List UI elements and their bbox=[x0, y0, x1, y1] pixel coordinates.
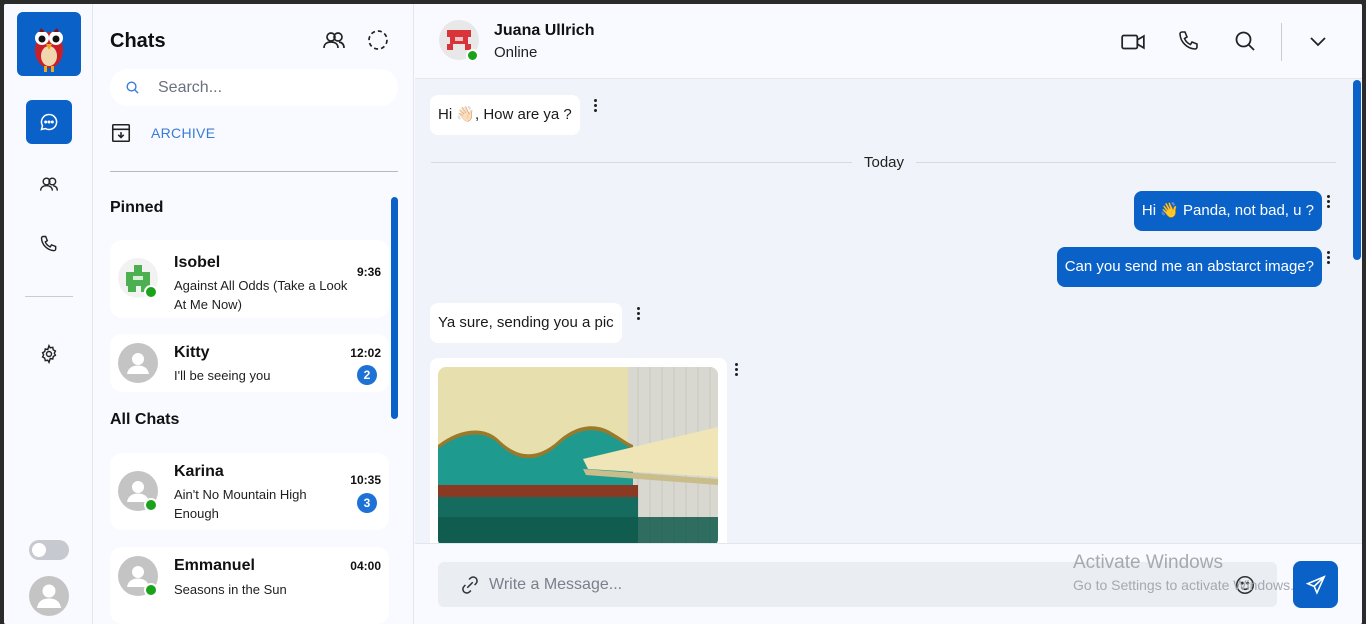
message-incoming: Hi 👋🏻, How are ya ? bbox=[430, 95, 580, 135]
app-window: Chats ARCHIVE Pinned bbox=[4, 4, 1362, 624]
contact-name: Juana Ullrich bbox=[494, 22, 595, 39]
chevron-down-icon bbox=[1310, 37, 1326, 47]
toggle-knob bbox=[32, 543, 46, 557]
conversation-panel: Juana Ullrich Online Hi 👋🏻, How are ya ?… bbox=[415, 4, 1362, 624]
windows-activation-watermark: Activate Windows Go to Settings to activ… bbox=[1073, 552, 1294, 593]
video-camera-icon bbox=[1121, 34, 1145, 50]
chat-time: 9:36 bbox=[356, 265, 381, 279]
app-logo[interactable] bbox=[17, 12, 81, 76]
avatar bbox=[118, 343, 158, 383]
chat-item-emmanuel[interactable]: Emmanuel Seasons in the Sun 04:00 bbox=[110, 547, 389, 624]
phone-icon bbox=[40, 235, 57, 252]
search-icon bbox=[1235, 31, 1255, 51]
header-separator bbox=[1281, 23, 1282, 61]
chats-nav-button[interactable] bbox=[26, 100, 72, 144]
nav-rail bbox=[4, 4, 93, 624]
online-indicator bbox=[144, 498, 158, 512]
message-composer: Activate Windows Go to Settings to activ… bbox=[415, 543, 1362, 624]
phone-icon bbox=[1179, 31, 1198, 50]
chat-last-message: Seasons in the Sun bbox=[174, 582, 287, 597]
conversation-search-button[interactable] bbox=[1233, 29, 1259, 55]
archive-icon bbox=[111, 123, 131, 143]
conversation-header: Juana Ullrich Online bbox=[415, 4, 1362, 79]
chat-item-isobel[interactable]: Isobel Against All Odds (Take a Look At … bbox=[110, 240, 389, 318]
send-button[interactable] bbox=[1293, 561, 1338, 608]
message-menu-icon[interactable] bbox=[1325, 194, 1331, 210]
message-outgoing: Can you send me an abstarct image? bbox=[1056, 247, 1322, 287]
user-avatar[interactable] bbox=[29, 576, 69, 616]
more-options-button[interactable] bbox=[1306, 29, 1332, 55]
search-input[interactable] bbox=[158, 69, 388, 106]
message-image[interactable] bbox=[430, 358, 727, 558]
chats-title: Chats bbox=[110, 30, 166, 52]
chat-item-kitty[interactable]: Kitty I'll be seeing you 12:02 2 bbox=[110, 334, 389, 392]
calls-nav-button[interactable] bbox=[26, 222, 72, 266]
search-icon bbox=[126, 81, 139, 94]
chat-name: Karina bbox=[174, 463, 224, 480]
unread-badge: 2 bbox=[357, 365, 377, 385]
chats-scrollbar[interactable] bbox=[391, 197, 398, 419]
chat-item-karina[interactable]: Karina Ain't No Mountain High Enough 10:… bbox=[110, 453, 389, 530]
conversation-scrollbar[interactable] bbox=[1353, 80, 1361, 260]
archive-button[interactable]: ARCHIVE bbox=[110, 122, 215, 144]
chat-time: 10:35 bbox=[350, 473, 381, 487]
online-indicator bbox=[466, 49, 479, 62]
message-menu-icon[interactable] bbox=[733, 362, 739, 378]
voice-call-button[interactable] bbox=[1177, 29, 1203, 55]
attachment-icon[interactable] bbox=[459, 574, 481, 596]
message-outgoing: Hi 👋 Panda, not bad, u ? bbox=[1133, 191, 1322, 231]
online-indicator bbox=[144, 285, 158, 299]
chat-bubble-icon bbox=[40, 113, 58, 131]
users-icon bbox=[39, 177, 59, 191]
message-menu-icon[interactable] bbox=[592, 98, 598, 114]
unread-badge: 3 bbox=[357, 493, 377, 513]
users-icon bbox=[323, 32, 345, 49]
chat-name: Isobel bbox=[174, 254, 221, 271]
chat-time: 12:02 bbox=[350, 346, 381, 360]
day-label: Today bbox=[852, 154, 917, 171]
pinned-title: Pinned bbox=[110, 199, 164, 216]
message-incoming: Ya sure, sending you a pic bbox=[430, 303, 622, 343]
chat-name: Emmanuel bbox=[174, 557, 255, 574]
chat-last-message: I'll be seeing you bbox=[174, 368, 271, 383]
rail-divider bbox=[25, 296, 73, 297]
dashed-circle-icon bbox=[368, 30, 388, 50]
online-indicator bbox=[144, 583, 158, 597]
watermark-title: Activate Windows bbox=[1073, 552, 1223, 573]
new-group-button[interactable] bbox=[322, 28, 346, 52]
chat-last-message: Against All Odds (Take a Look At Me Now) bbox=[174, 278, 348, 312]
gear-icon bbox=[41, 344, 57, 364]
all-chats-title: All Chats bbox=[110, 411, 180, 428]
message-menu-icon[interactable] bbox=[635, 306, 641, 322]
theme-toggle[interactable] bbox=[29, 540, 69, 560]
chat-time: 04:00 bbox=[350, 559, 381, 573]
search-box bbox=[110, 69, 398, 106]
video-call-button[interactable] bbox=[1120, 29, 1146, 55]
contact-status: Online bbox=[494, 44, 538, 61]
chat-name: Kitty bbox=[174, 344, 210, 361]
send-icon bbox=[1305, 574, 1326, 595]
abstract-image bbox=[438, 367, 718, 547]
groups-nav-button[interactable] bbox=[26, 162, 72, 206]
watermark-subtitle: Go to Settings to activate Windows. bbox=[1073, 577, 1294, 593]
message-menu-icon[interactable] bbox=[1325, 250, 1331, 266]
chat-last-message: Ain't No Mountain High Enough bbox=[174, 487, 307, 521]
settings-nav-button[interactable] bbox=[26, 332, 72, 376]
status-button[interactable] bbox=[366, 28, 390, 52]
chats-divider bbox=[110, 171, 398, 172]
archive-label: ARCHIVE bbox=[151, 125, 216, 141]
chats-panel: Chats ARCHIVE Pinned bbox=[94, 4, 414, 624]
